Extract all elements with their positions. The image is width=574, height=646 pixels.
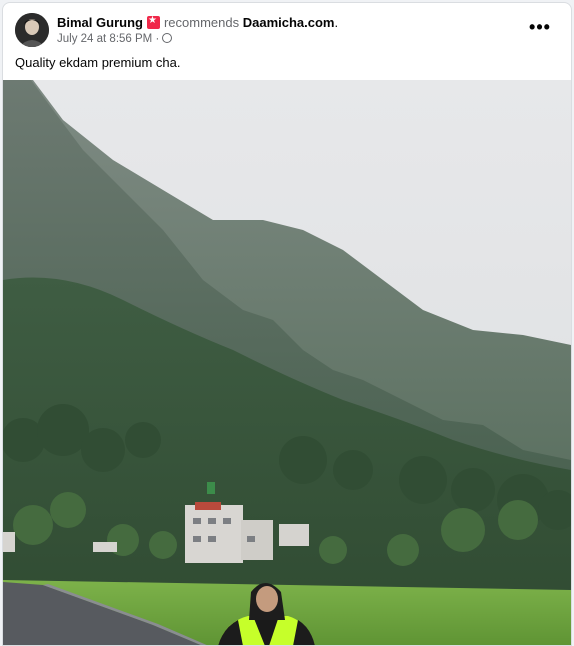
globe-icon [162,33,172,43]
post-meta: July 24 at 8:56 PM · [57,33,172,45]
page-name-link[interactable]: Daamicha.com [243,15,335,30]
post-header: Bimal Gurung recommends Daamicha.com. Jul… [15,13,559,49]
avatar-image [15,13,49,47]
timestamp-link[interactable]: July 24 at 8:56 PM [57,33,152,45]
author-name[interactable]: Bimal Gurung [57,15,143,30]
title-period: . [334,15,338,30]
post-caption: Quality ekdam premium cha. [15,55,180,70]
landscape-photo [3,80,571,646]
small-house-2 [93,542,117,552]
avatar[interactable] [15,13,49,47]
recommendation-post: Bimal Gurung recommends Daamicha.com. Jul… [2,2,572,646]
more-options-button[interactable]: ••• [525,19,555,39]
post-photo[interactable] [3,80,571,646]
post-title-line: Bimal Gurung recommends Daamicha.com. [57,15,338,30]
meta-separator: · [155,33,159,45]
recommendation-badge-icon [147,16,160,29]
small-house [3,532,15,552]
recommends-text: recommends [164,15,239,30]
more-horizontal-icon: ••• [529,17,551,37]
